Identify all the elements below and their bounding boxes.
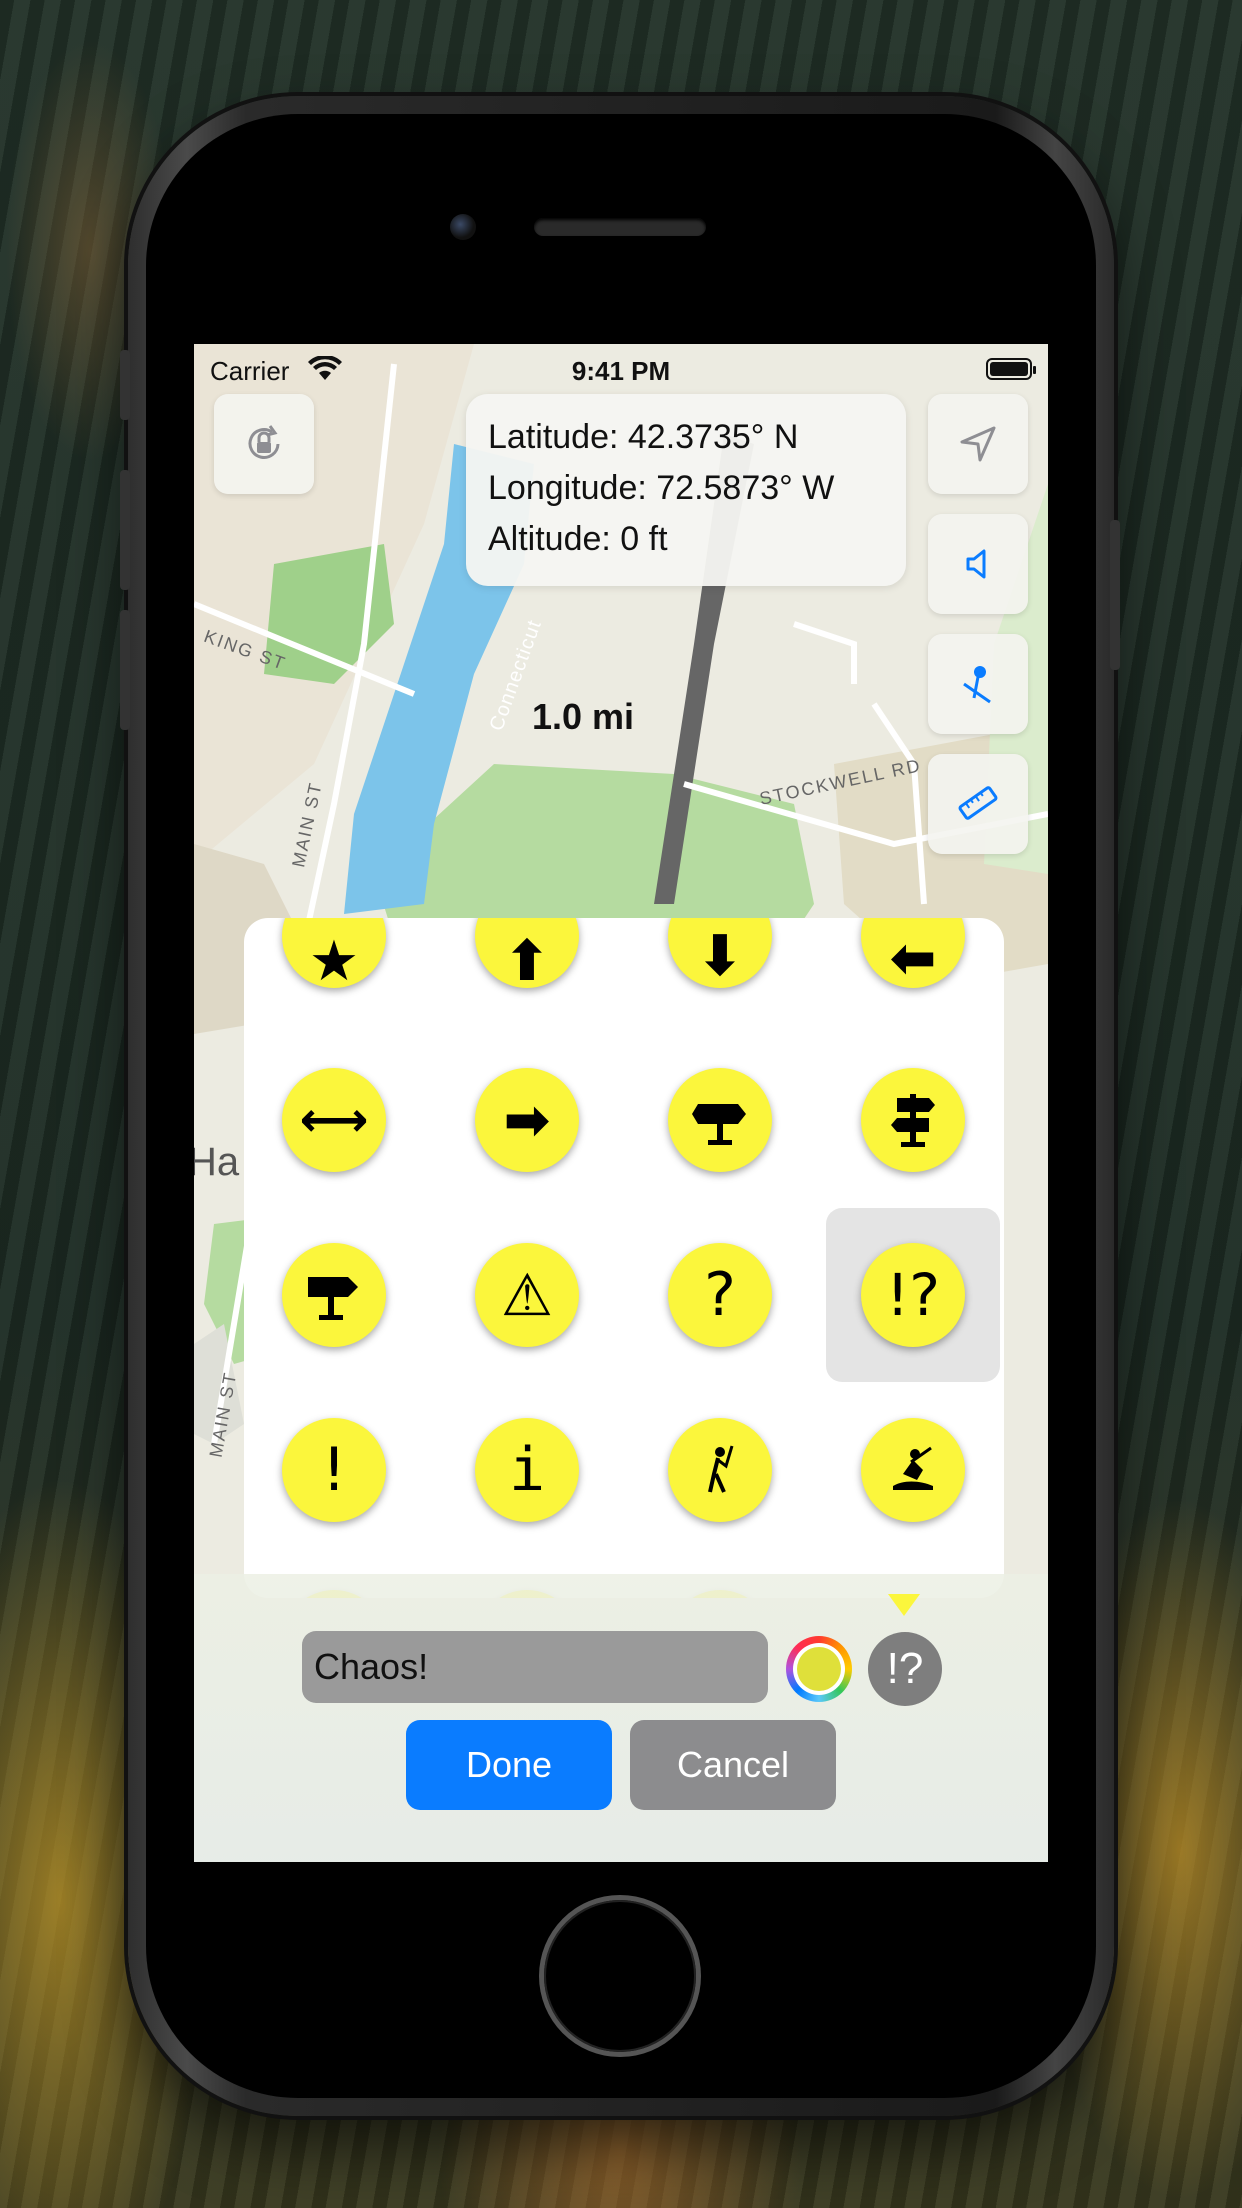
coordinates-panel: Latitude: 42.3735° N Longitude: 72.5873°…	[466, 394, 906, 586]
rotation-lock-icon	[248, 425, 280, 459]
latitude-text: Latitude: 42.3735° N	[488, 418, 799, 456]
location-button[interactable]	[928, 394, 1028, 494]
battery-icon	[986, 358, 1036, 380]
arrow-left-right-icon: ⟷	[299, 1092, 369, 1148]
exclamation-icon: !	[321, 1435, 347, 1505]
symbol-star[interactable]: ★	[282, 918, 386, 994]
symbol-golfer[interactable]	[668, 1418, 772, 1522]
hunter-icon	[893, 1446, 933, 1490]
ruler-icon	[958, 786, 998, 820]
symbol-preview-button[interactable]: !?	[868, 1632, 942, 1706]
symbol-signpost-3[interactable]	[282, 1243, 386, 1347]
arrow-down-icon: ⬇	[696, 923, 744, 989]
done-button[interactable]: Done	[406, 1720, 612, 1810]
mute-switch	[120, 350, 130, 420]
cancel-button[interactable]: Cancel	[630, 1720, 836, 1810]
symbol-picker[interactable]: ★ ⬆ ⬇ ⬅ ⟷ ➡ ⚠ ? !? ! i	[244, 918, 1004, 1598]
power-button	[1110, 520, 1120, 670]
arrow-right-icon: ➡	[503, 1087, 551, 1153]
interrobang-icon: !?	[885, 1261, 941, 1329]
earpiece-speaker	[534, 218, 706, 236]
measure-button[interactable]	[928, 754, 1028, 854]
pin-icon	[963, 666, 991, 704]
selected-color-swatch	[797, 1647, 841, 1691]
clock: 9:41 PM	[571, 356, 671, 386]
rotation-lock-button[interactable]	[214, 394, 314, 494]
sound-button[interactable]	[928, 514, 1028, 614]
drop-pin-button[interactable]	[928, 634, 1028, 734]
editor-panel	[194, 1574, 1048, 1862]
symbol-signpost[interactable]	[668, 1068, 772, 1172]
golfer-icon	[708, 1445, 734, 1493]
arrow-left-icon: ⬅	[889, 925, 937, 991]
color-picker-button[interactable]	[786, 1636, 852, 1702]
symbol-arrow-left-right[interactable]: ⟷	[282, 1068, 386, 1172]
scale-label: 1.0 mi	[532, 696, 635, 737]
arrow-up-icon: ⬆	[503, 928, 551, 994]
town-label: Ha	[194, 1140, 240, 1184]
symbol-arrow-up[interactable]: ⬆	[475, 918, 579, 994]
symbol-interrobang[interactable]: !?	[861, 1243, 965, 1347]
symbol-exclamation[interactable]: !	[282, 1418, 386, 1522]
status-bar: Carrier 9:41 PM	[194, 344, 1048, 396]
interrobang-preview-icon: !?	[886, 1644, 924, 1693]
screen: KING ST MAIN ST MAIN ST STOCKWELL RD Con…	[194, 344, 1048, 1862]
name-input[interactable]: Chaos!	[302, 1631, 768, 1703]
star-icon: ★	[308, 928, 360, 994]
volume-down-button	[120, 610, 130, 730]
warning-icon: ⚠	[501, 1261, 553, 1329]
location-arrow-icon	[960, 426, 996, 462]
symbol-hunter[interactable]	[861, 1418, 965, 1522]
signpost-double-icon	[891, 1094, 935, 1147]
altitude-text: Altitude: 0 ft	[488, 520, 668, 558]
home-button[interactable]	[544, 1900, 696, 2052]
symbol-question[interactable]: ?	[668, 1243, 772, 1347]
symbol-info[interactable]: i	[475, 1418, 579, 1522]
symbol-pointer	[888, 1594, 920, 1616]
volume-up-button	[120, 470, 130, 590]
symbol-arrow-right[interactable]: ➡	[475, 1068, 579, 1172]
question-icon: ?	[704, 1260, 736, 1330]
front-camera	[450, 214, 476, 240]
speaker-icon	[966, 549, 986, 579]
signpost-icon	[692, 1104, 746, 1145]
longitude-text: Longitude: 72.5873° W	[488, 469, 835, 507]
symbol-warning[interactable]: ⚠	[475, 1243, 579, 1347]
symbol-arrow-left[interactable]: ⬅	[861, 918, 965, 991]
symbol-arrow-down[interactable]: ⬇	[668, 918, 772, 989]
signpost-right-icon	[308, 1277, 358, 1320]
info-icon: i	[508, 1435, 546, 1505]
symbol-signpost-2[interactable]	[861, 1068, 965, 1172]
